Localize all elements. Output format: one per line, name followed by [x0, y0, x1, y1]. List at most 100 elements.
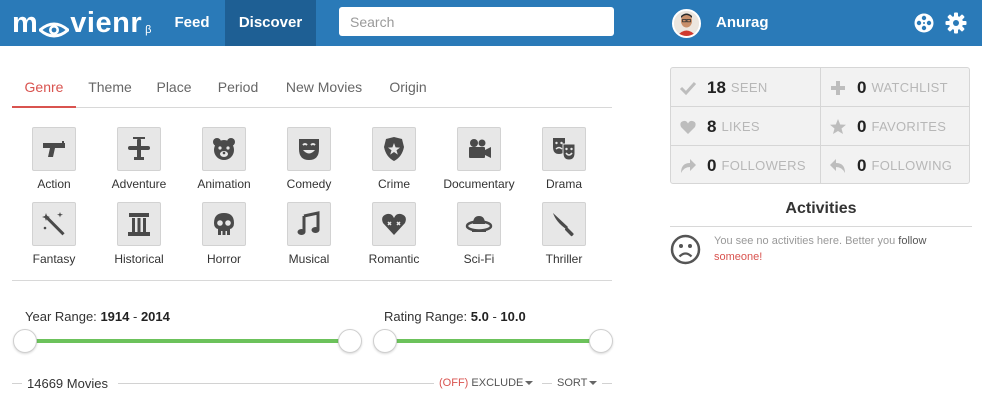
tab-theme[interactable]: Theme	[78, 68, 142, 107]
nav-discover[interactable]: Discover	[225, 0, 316, 46]
stat-seen-label: SEEN	[730, 80, 768, 95]
sort-dropdown[interactable]: SORT	[557, 377, 598, 389]
drama-masks-icon	[542, 127, 586, 171]
heart-icon	[680, 120, 696, 134]
genre-label: Historical	[114, 252, 164, 266]
year-range-sep: -	[132, 309, 138, 324]
results-line-sep	[542, 383, 552, 384]
stat-likes-label: LIKES	[721, 119, 760, 134]
genre-label: Documentary	[443, 177, 515, 191]
top-navbar: m vienr β Feed Discover Anurag	[0, 0, 982, 46]
stat-following[interactable]: 0 FOLLOWING	[821, 146, 970, 185]
results-line-left	[12, 383, 22, 384]
movienr-logo[interactable]: m vienr β	[12, 6, 152, 40]
genre-label: Crime	[378, 177, 410, 191]
follow-someone-link[interactable]: someone!	[714, 251, 762, 263]
tab-origin[interactable]: Origin	[380, 68, 436, 107]
activities-title: Activities	[785, 200, 857, 217]
logo-eye-icon	[37, 14, 71, 38]
stat-followers[interactable]: 0 FOLLOWERS	[671, 146, 820, 185]
no-activities-message: You see no activities here. Better you f…	[714, 233, 934, 265]
genre-fantasy[interactable]: Fantasy	[12, 202, 96, 266]
rating-range-min: 5.0	[470, 309, 489, 324]
rating-range-min-handle[interactable]	[373, 329, 397, 353]
plus-icon	[831, 80, 845, 95]
star-icon	[830, 118, 846, 134]
genre-label: Action	[37, 177, 71, 191]
logo-text-rest: vienr	[70, 6, 143, 39]
nav-feed[interactable]: Feed	[160, 0, 224, 46]
rating-range-track[interactable]	[385, 339, 601, 343]
film-reel-icon[interactable]	[913, 12, 935, 34]
video-camera-icon	[457, 127, 501, 171]
stat-watchlist[interactable]: 0 WATCHLIST	[821, 68, 970, 107]
stat-following-value: 0	[857, 155, 867, 175]
genre-animation[interactable]: Animation	[182, 127, 266, 191]
stat-seen[interactable]: 18 SEEN	[671, 68, 820, 107]
year-range-max-handle[interactable]	[338, 329, 362, 353]
genre-label: Drama	[545, 177, 582, 191]
police-badge-icon	[372, 127, 416, 171]
ufo-icon	[457, 202, 501, 246]
stat-likes[interactable]: 8 LIKES	[671, 107, 820, 146]
genre-drama[interactable]: Drama	[522, 127, 606, 191]
genre-historical[interactable]: Historical	[97, 202, 181, 266]
genre-musical[interactable]: Musical	[267, 202, 351, 266]
year-range-label: Year Range: 1914 - 2014	[25, 309, 170, 324]
genre-romantic[interactable]: Romantic	[352, 202, 436, 266]
genre-label: Romantic	[368, 252, 420, 266]
genre-label: Sci-Fi	[463, 252, 495, 266]
gun-icon	[32, 127, 76, 171]
exclude-dropdown[interactable]: (OFF) EXCLUDE	[439, 377, 534, 389]
stat-favorites[interactable]: 0 FAVORITES	[821, 107, 970, 146]
genre-documentary[interactable]: Documentary	[437, 127, 521, 191]
checkmark-icon	[679, 81, 697, 95]
logo-beta: β	[145, 24, 152, 36]
genre-adventure[interactable]: Adventure	[97, 127, 181, 191]
search-input[interactable]	[339, 7, 614, 36]
gear-icon[interactable]	[945, 12, 967, 34]
genre-thriller[interactable]: Thriller	[522, 202, 606, 266]
rating-range-label: Rating Range: 5.0 - 10.0	[384, 309, 526, 324]
genre-horror[interactable]: Horror	[182, 202, 266, 266]
stat-watchlist-label: WATCHLIST	[871, 80, 948, 95]
year-range-min: 1914	[100, 309, 130, 324]
stat-seen-value: 18	[707, 77, 726, 97]
genre-comedy[interactable]: Comedy	[267, 127, 351, 191]
chevron-down-icon	[589, 381, 598, 386]
exclude-status: (OFF)	[439, 377, 469, 389]
no-activities-text: You see no activities here. Better you	[714, 235, 896, 247]
genre-action[interactable]: Action	[12, 127, 96, 191]
skull-icon	[202, 202, 246, 246]
movies-count: 14669 Movies	[27, 376, 113, 391]
genre-sci-fi[interactable]: Sci-Fi	[437, 202, 521, 266]
rating-range-max: 10.0	[500, 309, 526, 324]
share-arrow-icon	[681, 158, 696, 173]
stat-likes-value: 8	[707, 116, 717, 136]
stat-followers-label: FOLLOWERS	[721, 158, 806, 173]
genre-label: Animation	[197, 177, 251, 191]
year-range-max: 2014	[140, 309, 170, 324]
tab-place[interactable]: Place	[147, 68, 201, 107]
year-range-track[interactable]	[25, 339, 350, 343]
section-divider	[12, 280, 612, 281]
user-avatar[interactable]	[672, 9, 701, 38]
tab-new-movies[interactable]: New Movies	[278, 68, 370, 107]
logo-text-m: m	[12, 6, 39, 39]
sort-label: SORT	[557, 377, 588, 389]
year-range-title: Year Range:	[25, 309, 97, 324]
user-name[interactable]: Anurag	[716, 0, 769, 46]
sad-face-icon	[670, 234, 701, 265]
reply-arrow-icon	[830, 158, 845, 173]
rating-range-max-handle[interactable]	[589, 329, 613, 353]
tab-period[interactable]: Period	[212, 68, 264, 107]
user-stats-panel: 18 SEEN 0 WATCHLIST 8 LIKES 0 FAVORITES …	[670, 67, 970, 184]
stat-following-label: FOLLOWING	[871, 158, 953, 173]
tab-genre[interactable]: Genre	[12, 68, 76, 108]
stat-followers-value: 0	[707, 155, 717, 175]
genre-crime[interactable]: Crime	[352, 127, 436, 191]
year-range-min-handle[interactable]	[13, 329, 37, 353]
rating-range-sep: -	[492, 309, 497, 324]
column-icon	[117, 202, 161, 246]
knife-icon	[542, 202, 586, 246]
